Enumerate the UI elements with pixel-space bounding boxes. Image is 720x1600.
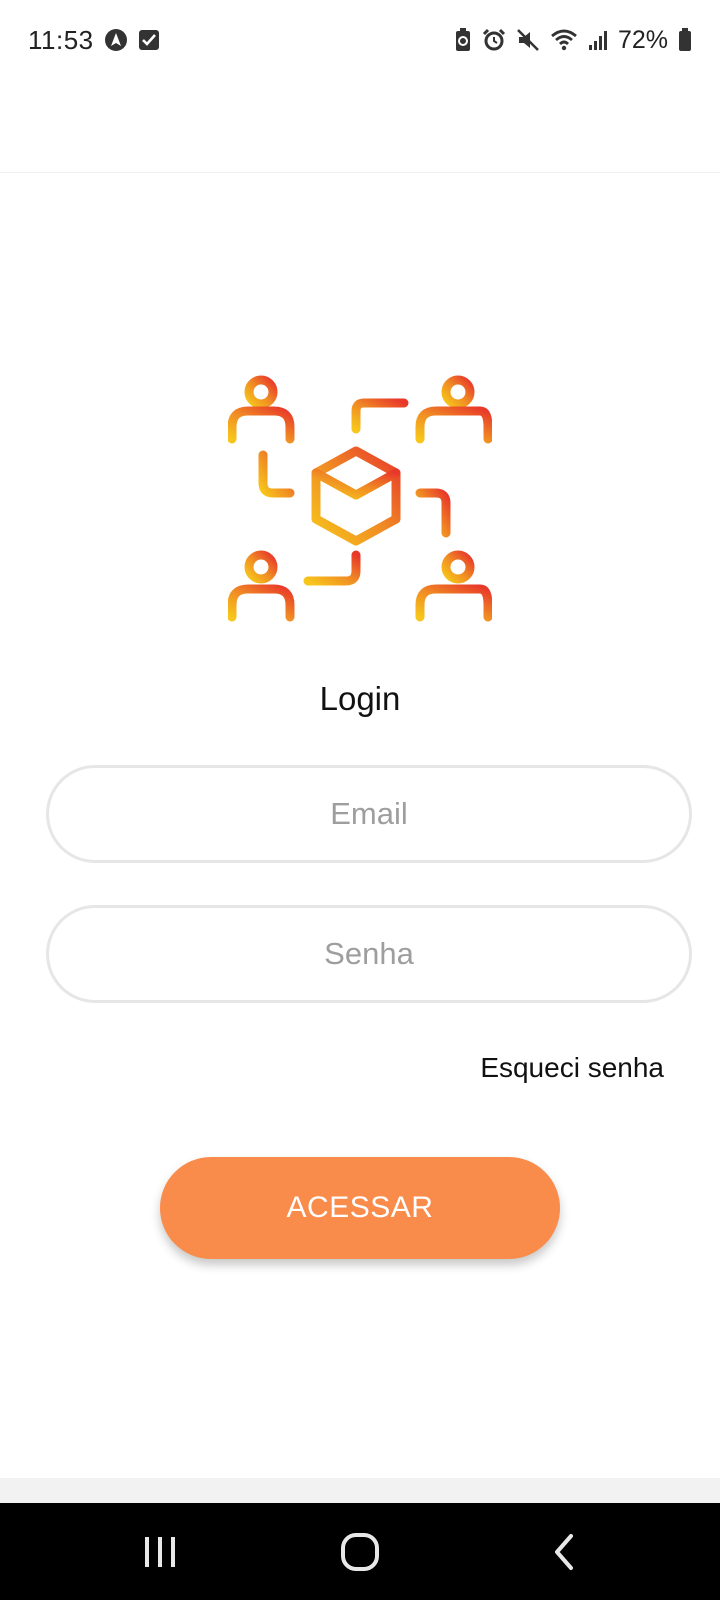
battery-percent: 72%	[617, 25, 668, 54]
recent-apps-button[interactable]	[100, 1503, 220, 1600]
alarm-icon	[482, 28, 506, 52]
status-time: 11:53	[28, 24, 94, 55]
access-button[interactable]: ACESSAR	[160, 1157, 560, 1259]
wifi-icon	[550, 28, 578, 52]
home-button[interactable]	[300, 1503, 420, 1600]
bottom-strip	[0, 1478, 720, 1503]
network-people-cube-icon	[227, 375, 493, 639]
email-field[interactable]	[46, 765, 692, 863]
forgot-password-link[interactable]: Esqueci senha	[480, 1052, 664, 1084]
battery-saver-icon	[454, 28, 472, 52]
home-icon	[340, 1532, 380, 1572]
navigation-app-icon	[104, 28, 128, 52]
recent-apps-icon	[142, 1534, 178, 1570]
email-input[interactable]	[79, 795, 659, 833]
battery-icon	[678, 28, 692, 52]
mute-icon	[516, 28, 540, 52]
status-left: 11:53	[28, 25, 160, 56]
login-title: Login	[319, 680, 401, 717]
status-bar: 11:53 72%	[0, 0, 720, 80]
system-nav-bar	[0, 1503, 720, 1600]
checkbox-notification-icon	[138, 29, 160, 51]
app-header	[0, 80, 720, 173]
password-input[interactable]	[79, 935, 659, 973]
back-button[interactable]	[504, 1503, 624, 1600]
back-icon	[549, 1532, 579, 1572]
status-right: 72%	[454, 26, 692, 55]
password-field[interactable]	[46, 905, 692, 1003]
signal-icon	[588, 29, 608, 51]
